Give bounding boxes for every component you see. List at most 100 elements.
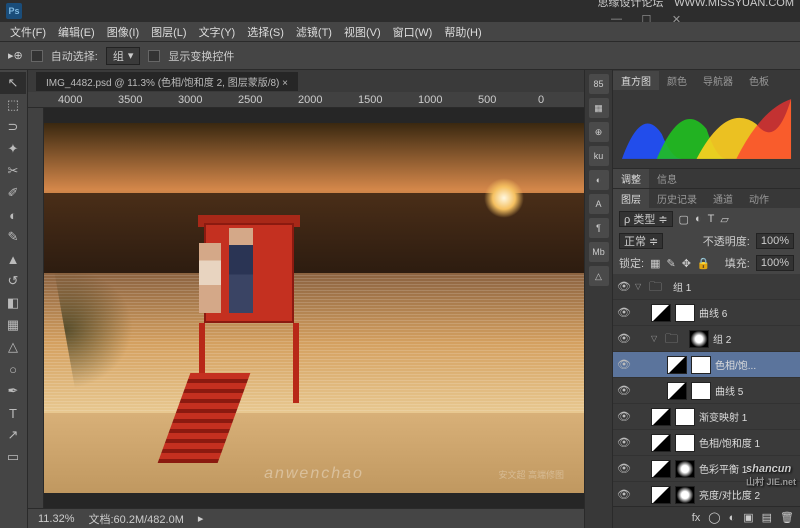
blur-tool[interactable]: △ (0, 336, 26, 358)
tab-swatches[interactable]: 色板 (741, 71, 777, 90)
menu-help[interactable]: 帮助(H) (438, 24, 487, 40)
fx-button[interactable]: fx (692, 512, 701, 524)
group-button[interactable]: ▣ (743, 511, 753, 524)
filter-icon[interactable]: ▱ (720, 213, 728, 226)
tab-info[interactable]: 信息 (649, 169, 685, 188)
layer-row[interactable]: 👁曲线 5 (613, 378, 800, 404)
layer-thumb[interactable] (651, 486, 671, 504)
menu-layer[interactable]: 图层(L) (145, 24, 192, 40)
layer-thumb[interactable] (651, 304, 671, 322)
menu-edit[interactable]: 编辑(E) (52, 24, 101, 40)
lock-icon[interactable]: ✥ (682, 257, 691, 270)
eraser-tool[interactable]: ◧ (0, 292, 26, 314)
layer-row[interactable]: 👁▽🗀组 1 (613, 274, 800, 300)
dock-icon[interactable]: ⊕ (589, 122, 609, 142)
filter-icon[interactable]: ▢ (679, 213, 689, 226)
pen-tool[interactable]: ✒ (0, 380, 26, 402)
layer-row[interactable]: 👁色相/饱... (613, 352, 800, 378)
layer-row[interactable]: 👁▽🗀组 2 (613, 326, 800, 352)
dock-icon[interactable]: 85 (589, 74, 609, 94)
visibility-icon[interactable]: 👁 (617, 332, 631, 346)
dock-icon[interactable]: ¶ (589, 218, 609, 238)
dock-icon[interactable]: △ (589, 266, 609, 286)
fill-value[interactable]: 100% (756, 255, 794, 271)
showtransform-checkbox[interactable] (148, 50, 160, 62)
lock-icon[interactable]: ▦ (650, 257, 660, 270)
disclosure-icon[interactable]: ▽ (651, 334, 661, 343)
layer-mask[interactable] (691, 382, 711, 400)
new-layer-button[interactable]: ▤ (762, 511, 772, 524)
layer-mask[interactable] (675, 460, 695, 478)
layer-thumb[interactable] (667, 382, 687, 400)
visibility-icon[interactable]: 👁 (617, 488, 631, 502)
visibility-icon[interactable]: 👁 (617, 436, 631, 450)
autoselect-checkbox[interactable] (31, 50, 43, 62)
type-tool[interactable]: T (0, 402, 26, 424)
document-tab[interactable]: IMG_4482.psd @ 11.3% (色相/饱和度 2, 图层蒙版/8) … (36, 72, 298, 91)
lock-icon[interactable]: 🔒 (697, 257, 711, 270)
tab-actions[interactable]: 动作 (741, 189, 777, 208)
marquee-tool[interactable]: ⬚ (0, 94, 26, 116)
layer-mask[interactable] (675, 486, 695, 504)
disclosure-icon[interactable]: ▽ (635, 282, 645, 291)
layer-mask[interactable] (675, 434, 695, 452)
layer-thumb[interactable] (667, 356, 687, 374)
menu-filter[interactable]: 滤镜(T) (290, 24, 338, 40)
dock-icon[interactable]: ◐ (589, 170, 609, 190)
mask-button[interactable]: ◯ (708, 511, 720, 524)
layer-filter[interactable]: ρ 类型≑ (619, 211, 673, 227)
tab-color[interactable]: 颜色 (659, 71, 695, 90)
layer-thumb[interactable] (651, 460, 671, 478)
layer-mask[interactable] (689, 330, 709, 348)
wand-tool[interactable]: ✦ (0, 138, 26, 160)
lock-icon[interactable]: ✎ (666, 257, 675, 270)
menu-image[interactable]: 图像(I) (101, 24, 145, 40)
layer-mask[interactable] (691, 356, 711, 374)
filter-icon[interactable]: ◐ (695, 213, 702, 225)
crop-tool[interactable]: ✂ (0, 160, 26, 182)
visibility-icon[interactable]: 👁 (617, 462, 631, 476)
tab-adjustments[interactable]: 调整 (613, 169, 649, 188)
dock-icon[interactable]: A (589, 194, 609, 214)
dock-icon[interactable]: ku (589, 146, 609, 166)
history-brush-tool[interactable]: ↺ (0, 270, 26, 292)
eyedropper-tool[interactable]: ✐ (0, 182, 26, 204)
layer-row[interactable]: 👁色相/饱和度 1 (613, 430, 800, 456)
tab-navigator[interactable]: 导航器 (695, 71, 741, 90)
visibility-icon[interactable]: 👁 (617, 280, 631, 294)
visibility-icon[interactable]: 👁 (617, 306, 631, 320)
path-tool[interactable]: ↗ (0, 424, 26, 446)
layer-mask[interactable] (675, 304, 695, 322)
adjustment-button[interactable]: ◐ (729, 512, 736, 524)
autoselect-dropdown[interactable]: 组▾ (106, 47, 141, 65)
opacity-value[interactable]: 100% (756, 233, 794, 249)
gradient-tool[interactable]: ▦ (0, 314, 26, 336)
delete-button[interactable]: 🗑 (780, 511, 794, 524)
menu-type[interactable]: 文字(Y) (193, 24, 242, 40)
dock-icon[interactable]: Mb (589, 242, 609, 262)
menu-window[interactable]: 窗口(W) (387, 24, 439, 40)
canvas[interactable]: anwenchao 安文超 高端修图 (44, 108, 584, 508)
filter-icon[interactable]: T (708, 213, 715, 225)
shape-tool[interactable]: ▭ (0, 446, 26, 468)
blend-mode[interactable]: 正常≑ (619, 233, 663, 249)
tab-layers[interactable]: 图层 (613, 189, 649, 208)
layer-row[interactable]: 👁渐变映射 1 (613, 404, 800, 430)
stamp-tool[interactable]: ▲ (0, 248, 26, 270)
move-tool[interactable]: ↖ (0, 72, 26, 94)
visibility-icon[interactable]: 👁 (617, 384, 631, 398)
tab-history[interactable]: 历史记录 (649, 189, 705, 208)
dock-icon[interactable]: ▦ (589, 98, 609, 118)
lasso-tool[interactable]: ⊃ (0, 116, 26, 138)
dodge-tool[interactable]: ○ (0, 358, 26, 380)
layer-thumb[interactable] (651, 408, 671, 426)
tab-histogram[interactable]: 直方图 (613, 71, 659, 90)
layer-thumb[interactable] (651, 434, 671, 452)
layer-row[interactable]: 👁曲线 6 (613, 300, 800, 326)
layer-mask[interactable] (675, 408, 695, 426)
visibility-icon[interactable]: 👁 (617, 410, 631, 424)
heal-tool[interactable]: ◐ (0, 204, 26, 226)
zoom-level[interactable]: 11.32% (38, 513, 75, 525)
visibility-icon[interactable]: 👁 (617, 358, 631, 372)
menu-view[interactable]: 视图(V) (338, 24, 387, 40)
